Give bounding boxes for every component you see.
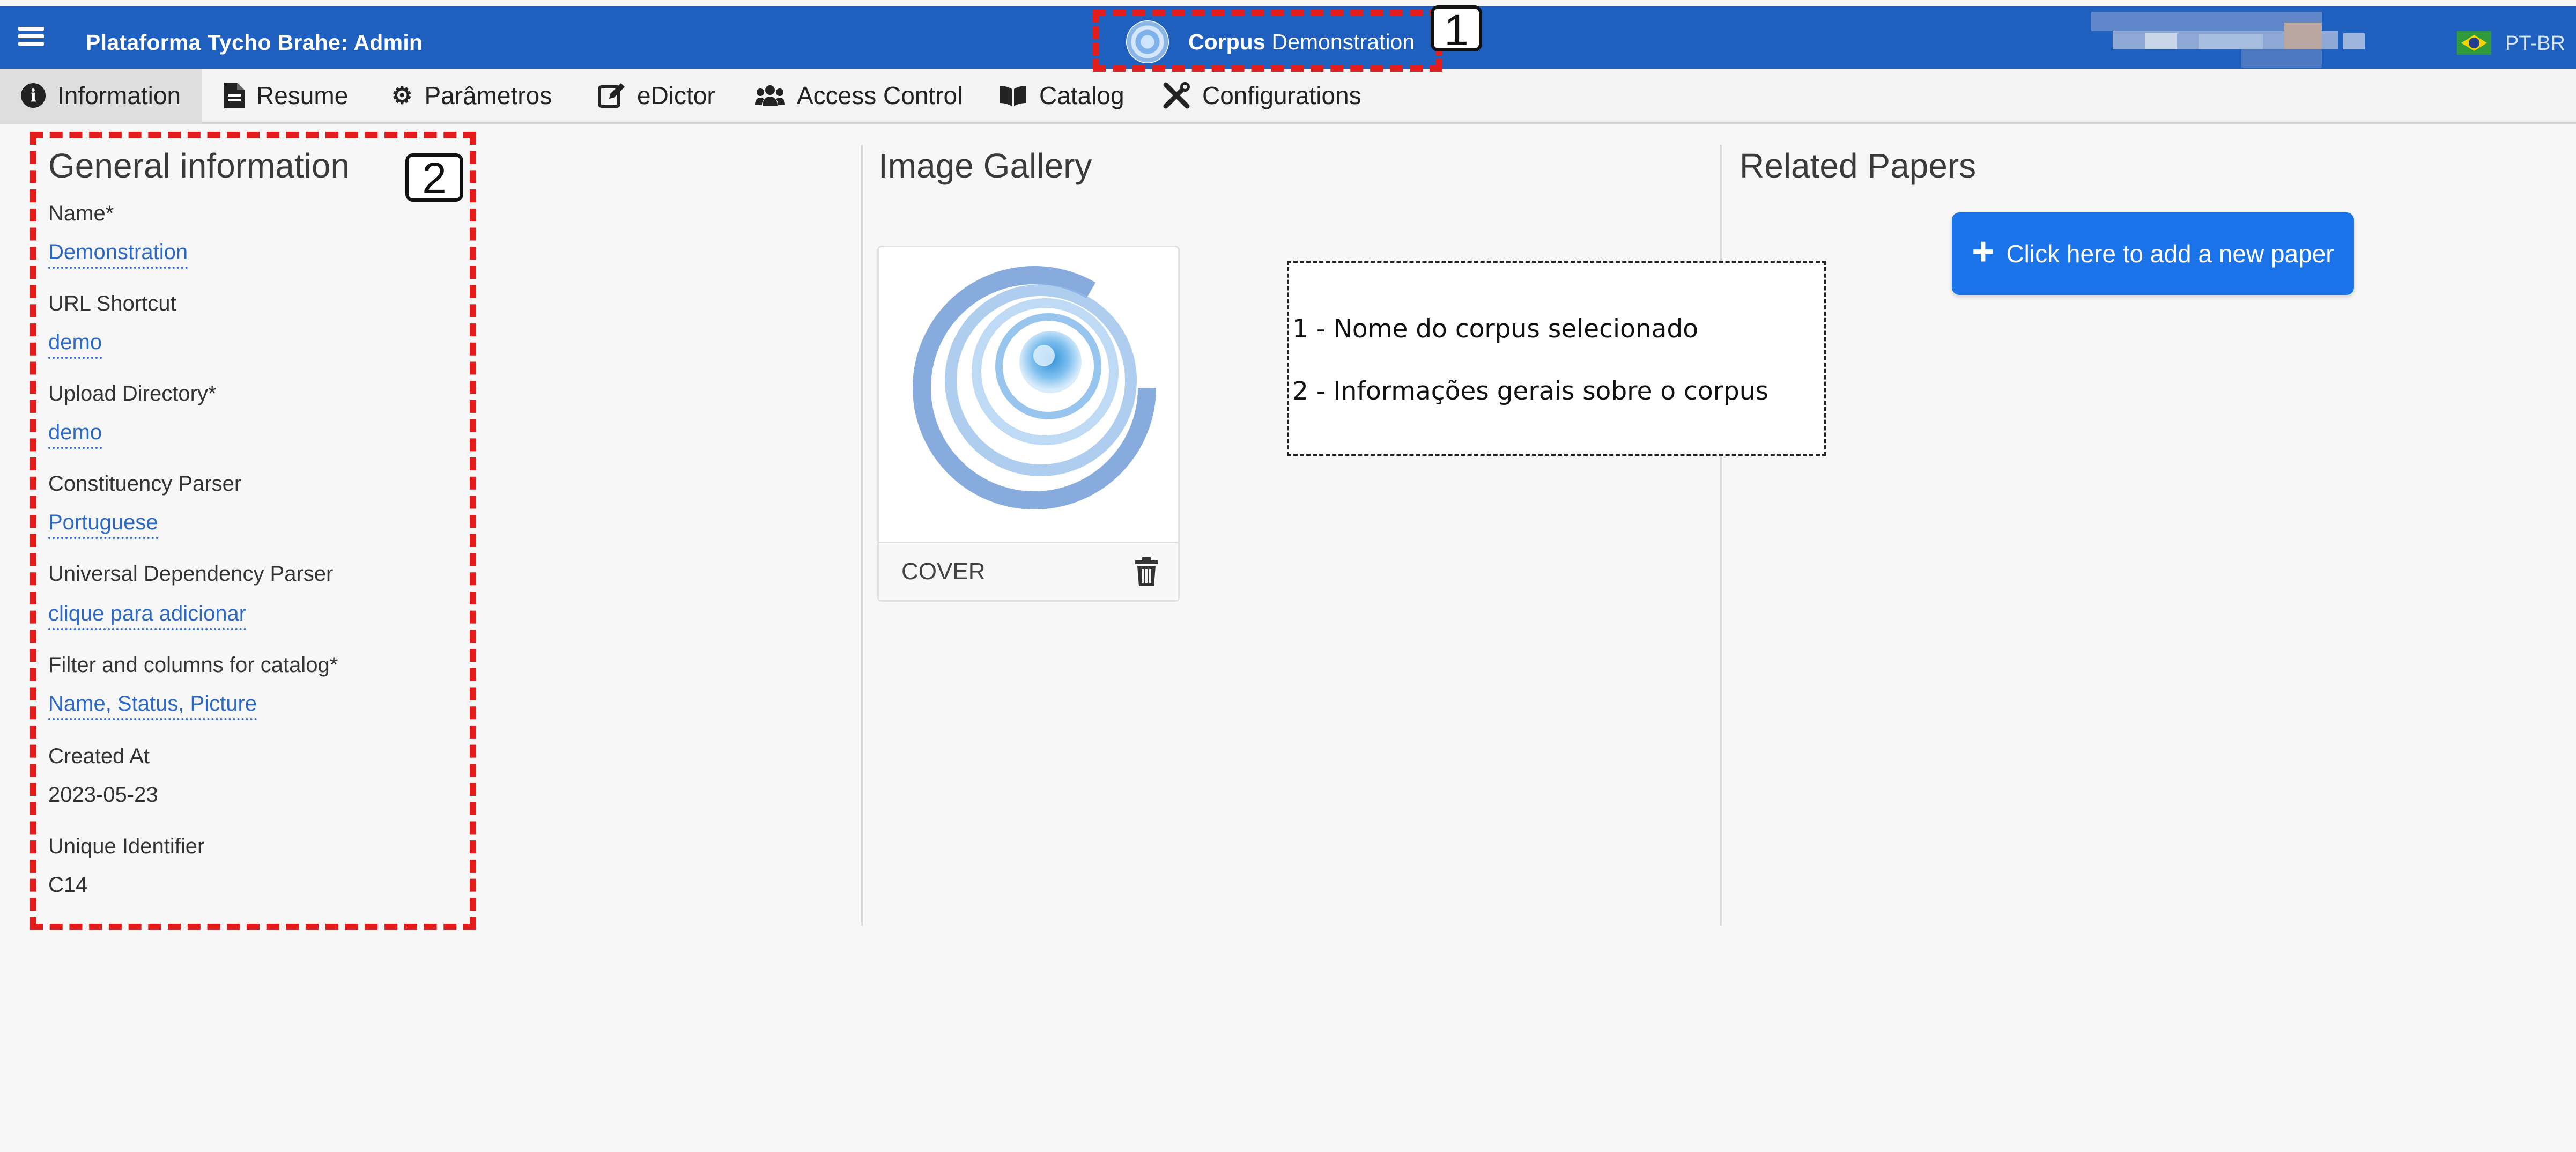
tab-label: Catalog [1039,82,1124,109]
highlight-corpus-name [1093,10,1442,72]
tab-information[interactable]: i Information [0,69,202,122]
tab-access-control[interactable]: Access Control [755,69,963,122]
cover-label: COVER [901,558,986,585]
cover-image [913,266,1156,509]
tab-parametros[interactable]: ⚙ Parâmetros [391,69,552,122]
annotation-marker-1: 1 [1431,5,1482,53]
add-paper-button[interactable]: + Click here to add a new paper [1952,212,2354,295]
book-open-icon [998,85,1027,106]
edit-icon [598,83,625,108]
annotation-marker-2: 2 [405,153,463,202]
tab-label: Parâmetros [424,82,552,109]
related-papers-title: Related Papers [1739,146,1977,185]
cover-card-footer: COVER [879,542,1178,600]
tab-bar: i Information Resume ⚙ Parâmetros eDicto… [0,69,2576,124]
tab-label: Resume [256,82,349,109]
language-label[interactable]: PT-BR [2505,32,2565,55]
cover-image-card[interactable]: COVER [877,246,1180,602]
tab-label: Information [57,82,181,109]
app-frame: Plataforma Tycho Brahe: Admin Corpus Dem… [0,0,2576,1152]
blurred-user-info [2091,12,2392,68]
tab-configurations[interactable]: Configurations [1163,69,1361,122]
app-title: Plataforma Tycho Brahe: Admin [86,30,423,55]
plus-icon: + [1972,230,1995,273]
annotation-note-box: 1 - Nome do corpus selecionado 2 - Infor… [1287,261,1826,456]
tab-label: Access Control [797,82,963,109]
highlight-general-info [30,132,476,930]
annotation-note-1: 1 - Nome do corpus selecionado [1292,314,1699,344]
tab-label: Configurations [1202,82,1361,109]
add-paper-label: Click here to add a new paper [2006,240,2334,268]
users-icon [755,84,785,107]
trash-icon[interactable] [1134,557,1159,586]
info-circle-icon: i [20,83,46,108]
image-gallery-title: Image Gallery [878,146,1092,185]
tab-label: eDictor [637,82,715,109]
menu-icon[interactable] [18,27,44,46]
column-divider [861,145,863,926]
brazil-flag-icon[interactable] [2457,31,2491,55]
tab-edictor[interactable]: eDictor [598,69,715,122]
annotation-note-2: 2 - Informações gerais sobre o corpus [1292,376,1769,406]
tools-icon [1163,82,1190,109]
tab-catalog[interactable]: Catalog [998,69,1124,122]
file-icon [224,83,245,108]
cogs-icon: ⚙ [391,82,413,109]
tab-resume[interactable]: Resume [224,69,348,122]
